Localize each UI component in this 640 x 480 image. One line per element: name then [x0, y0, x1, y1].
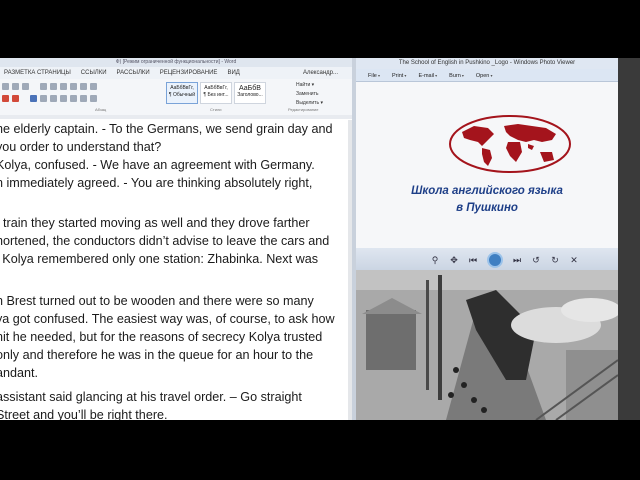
clear-format-icon[interactable] — [22, 83, 29, 90]
group-label-styles: Стили — [210, 107, 222, 112]
screen-edge — [618, 58, 640, 420]
menu-print[interactable]: Print — [392, 69, 406, 81]
style-heading[interactable]: АаБбВ Заголово... — [234, 82, 266, 104]
word-window: Ф) [Режим ограниченной функциональности]… — [0, 58, 352, 420]
shading-icon[interactable] — [80, 95, 87, 102]
doc-line: ya got confused. The easiest way was, of… — [0, 312, 335, 326]
doc-line: l Kolya remembered only one station: Zha… — [0, 252, 319, 266]
bullets-icon[interactable] — [40, 83, 47, 90]
train-photo-image — [356, 270, 618, 420]
pilcrow-icon[interactable] — [90, 83, 97, 90]
doc-line: n Brest turned out to be wooden and ther… — [0, 294, 314, 308]
align-right-icon[interactable] — [50, 95, 57, 102]
ribbon: АаБбВвГг, ¶ Обычный АаБбВвГг, ¶ Без инт.… — [0, 79, 352, 116]
monitor-screen: Ф) [Режим ограниченной функциональности]… — [0, 58, 640, 420]
tab-page-layout[interactable]: РАЗМЕТКА СТРАНИЦЫ — [4, 67, 71, 79]
replace-button[interactable]: Заменить — [296, 90, 348, 99]
account-name[interactable]: Александр... — [303, 67, 352, 79]
photo-viewer-window: The School of English in Pushkino _Logo … — [356, 58, 618, 420]
doc-line: assistant said glancing at his travel or… — [0, 390, 302, 404]
format-tools-row — [2, 95, 97, 104]
viewer-control-row: ⚲ ✥ ⏮ ⏭ ↺ ↻ ✕ — [430, 252, 579, 268]
doc-line: only and therefore he was in the queue f… — [0, 348, 314, 362]
logo-text-line2: в Пушкино — [456, 202, 518, 214]
train-photo — [356, 270, 618, 420]
tab-review[interactable]: РЕЦЕНЗИРОВАНИЕ — [160, 67, 218, 79]
font-tools-row — [2, 83, 97, 92]
doc-line: Kolya, confused. - We have an agreement … — [0, 158, 315, 172]
tab-view[interactable]: ВИД — [227, 67, 239, 79]
font-size-icon[interactable] — [2, 83, 9, 90]
world-map-logo-icon — [449, 115, 571, 173]
tab-references[interactable]: ССЫЛКИ — [81, 67, 107, 79]
doc-line: you order to understand that? — [0, 140, 162, 154]
editing-group: Найти ▾ Заменить Выделить ▾ — [296, 81, 348, 108]
logo-image: Школа английского языка в Пушкино — [356, 82, 618, 248]
style-name: ¶ Обычный — [168, 92, 196, 98]
delete-icon[interactable]: ✕ — [569, 255, 579, 265]
previous-icon[interactable]: ⏮ — [468, 255, 478, 265]
highlight-icon[interactable] — [2, 95, 9, 102]
slideshow-button[interactable] — [487, 252, 503, 268]
group-label-editing: Редактирование — [288, 107, 319, 112]
style-name: ¶ Без инт... — [203, 92, 229, 98]
word-title-bar: Ф) [Режим ограниченной функциональности]… — [0, 58, 352, 67]
menu-email[interactable]: E-mail — [418, 69, 437, 81]
viewer-controls: ⚲ ✥ ⏮ ⏭ ↺ ↻ ✕ — [356, 248, 618, 270]
doc-line: nit he needed, but for the reasons of se… — [0, 330, 323, 344]
doc-line: t train they started moving as well and … — [0, 216, 310, 230]
indent-icon[interactable] — [70, 83, 77, 90]
menu-file[interactable]: File — [368, 69, 380, 81]
menu-open[interactable]: Open — [476, 69, 493, 81]
find-button[interactable]: Найти ▾ — [296, 81, 348, 90]
numbering-icon[interactable] — [50, 83, 57, 90]
doc-line: andant. — [0, 366, 39, 380]
logo-text-line1: Школа английского языка — [411, 185, 563, 197]
document-body[interactable]: he elderly captain. - To the Germans, we… — [0, 120, 350, 420]
font-shrink-icon[interactable] — [12, 83, 19, 90]
menu-burn[interactable]: Burn — [449, 69, 464, 81]
viewer-title-bar: The School of English in Pushkino _Logo … — [356, 58, 618, 69]
font-color-icon[interactable] — [12, 95, 19, 102]
actual-size-icon[interactable]: ✥ — [449, 255, 459, 265]
viewer-menu-bar: File Print E-mail Burn Open — [356, 69, 618, 82]
next-icon[interactable]: ⏭ — [512, 255, 522, 265]
ribbon-tabs: РАЗМЕТКА СТРАНИЦЫ ССЫЛКИ РАССЫЛКИ РЕЦЕНЗ… — [0, 67, 352, 79]
style-no-spacing[interactable]: АаБбВвГг, ¶ Без инт... — [200, 82, 232, 104]
line-spacing-icon[interactable] — [70, 95, 77, 102]
ruler — [0, 115, 352, 119]
multilevel-icon[interactable] — [60, 83, 67, 90]
doc-line: he elderly captain. - To the Germans, we… — [0, 122, 333, 136]
styles-gallery: АаБбВвГг, ¶ Обычный АаБбВвГг, ¶ Без инт.… — [166, 82, 266, 104]
rotate-left-icon[interactable]: ↺ — [531, 255, 541, 265]
doc-line: n immediately agreed. - You are thinking… — [0, 176, 313, 190]
doc-line: hortened, the conductors didn’t advise t… — [0, 234, 330, 248]
doc-line: Street and you’ll be right there. — [0, 408, 168, 420]
sort-icon[interactable] — [80, 83, 87, 90]
style-normal[interactable]: АаБбВвГг, ¶ Обычный — [166, 82, 198, 104]
style-name: Заголово... — [237, 92, 263, 98]
justify-icon[interactable] — [60, 95, 67, 102]
group-label-paragraph: Абзац — [95, 107, 107, 112]
style-sample: АаБбВ — [239, 85, 261, 92]
align-center-icon[interactable] — [40, 95, 47, 102]
rotate-right-icon[interactable]: ↻ — [550, 255, 560, 265]
group-labels: Абзац Стили Редактирование — [0, 107, 352, 114]
tab-mailings[interactable]: РАССЫЛКИ — [117, 67, 150, 79]
borders-icon[interactable] — [90, 95, 97, 102]
style-sample: АаБбВвГг, — [170, 85, 194, 91]
style-sample: АаБбВвГг, — [204, 85, 228, 91]
align-left-icon[interactable] — [30, 95, 37, 102]
zoom-icon[interactable]: ⚲ — [430, 255, 440, 265]
